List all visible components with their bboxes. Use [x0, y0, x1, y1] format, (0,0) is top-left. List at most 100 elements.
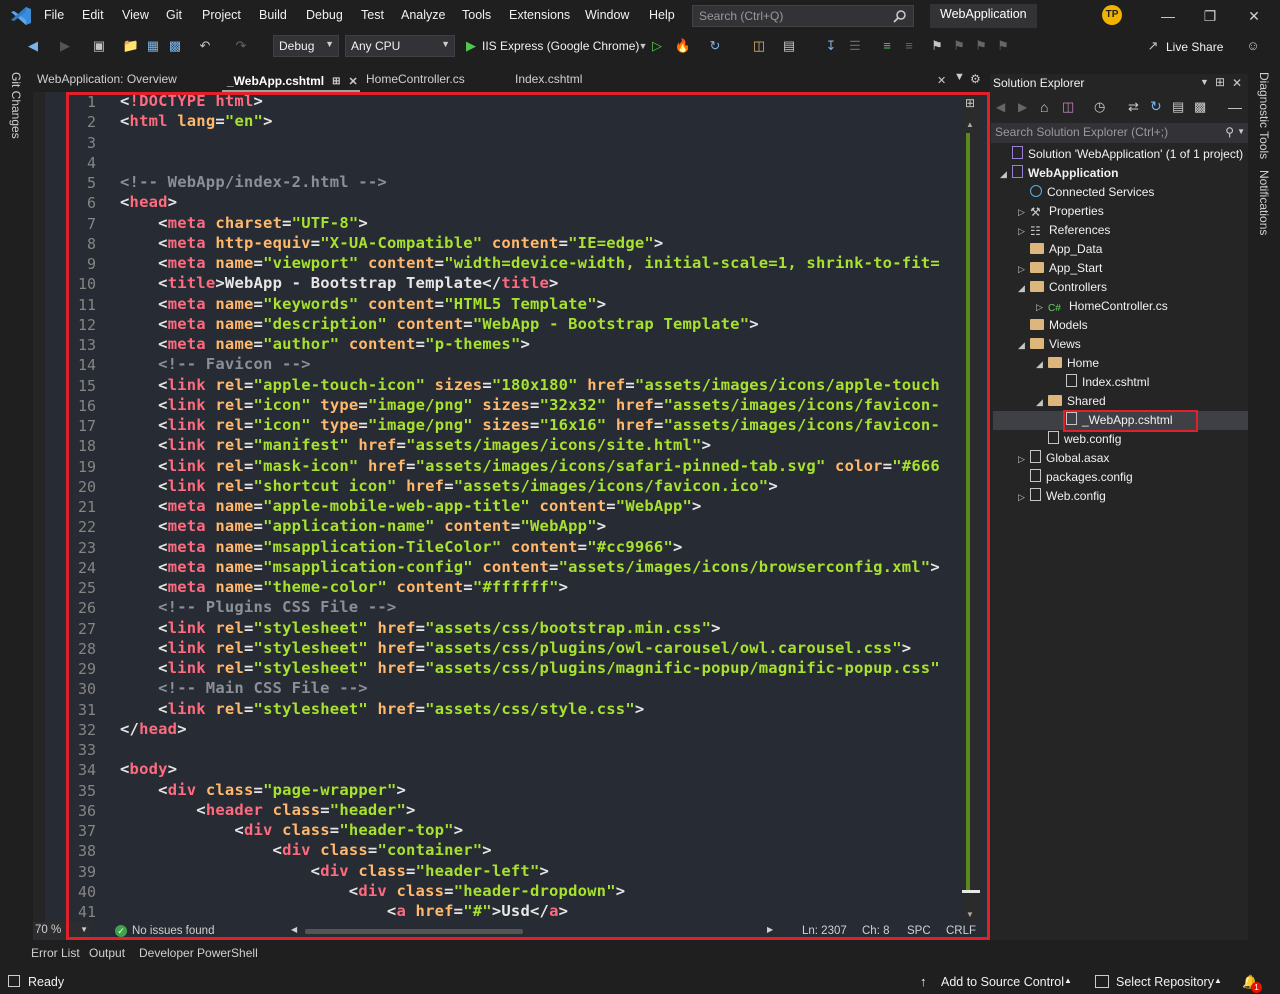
code-line[interactable]: <header class="header"> [120, 801, 416, 821]
close-tab-icon[interactable]: ✕ [349, 75, 358, 88]
browse-icon[interactable]: ◫ [750, 37, 768, 55]
code-line[interactable]: <div class="header-dropdown"> [120, 882, 625, 902]
horizontal-scrollbar-thumb[interactable] [305, 929, 523, 934]
tab-overview[interactable]: WebApplication: Overview [37, 72, 177, 92]
menu-item-window[interactable]: Window [585, 8, 629, 22]
code-line[interactable]: <link rel="mask-icon" href="assets/image… [120, 457, 940, 477]
zoom-dropdown[interactable]: 70 % ▼ [33, 922, 91, 940]
code-line[interactable]: <head> [120, 193, 177, 213]
code-line[interactable]: <div class="container"> [120, 841, 492, 861]
maximize-icon[interactable]: ❐ [1200, 6, 1220, 26]
menu-item-analyze[interactable]: Analyze [401, 8, 445, 22]
run-target-button[interactable]: IIS Express (Google Chrome) [482, 39, 639, 53]
collapsed-chevron-icon[interactable]: ▷ [1018, 222, 1030, 241]
minimize-icon[interactable]: — [1158, 6, 1178, 26]
redo-icon[interactable]: ↷ [232, 37, 250, 55]
code-line[interactable]: <title>WebApp - Bootstrap Template</titl… [120, 274, 559, 294]
close-icon[interactable]: ✕ [1244, 6, 1264, 26]
add-to-source-control-button[interactable]: Add to Source Control [941, 975, 1064, 989]
code-line[interactable]: <meta charset="UTF-8"> [120, 214, 368, 234]
collapsed-chevron-icon[interactable]: ▷ [1018, 260, 1030, 279]
menu-item-project[interactable]: Project [202, 8, 241, 22]
platform-dropdown[interactable]: Any CPU ▼ [345, 35, 455, 57]
menu-item-help[interactable]: Help [649, 8, 675, 22]
tree-item[interactable]: App_Data [1018, 240, 1102, 259]
code-line[interactable]: <meta name="application-name" content="W… [120, 517, 606, 537]
menu-item-file[interactable]: File [44, 8, 64, 22]
open-folder-icon[interactable]: 📁 [122, 37, 140, 55]
bookmark-icon[interactable]: ⚑ [928, 37, 946, 55]
code-line[interactable]: <meta name="msapplication-TileColor" con… [120, 538, 683, 558]
settings-icon[interactable]: ⚙ [970, 72, 981, 86]
code-line[interactable]: <meta name="msapplication-config" conten… [120, 558, 940, 578]
sync-icon[interactable]: ⇄ [1128, 99, 1139, 115]
whitespace-indicator[interactable]: SPC [907, 925, 931, 937]
comment-icon[interactable]: ☰ [846, 37, 864, 55]
collapsed-chevron-icon[interactable]: ▷ [1018, 450, 1030, 469]
hscroll-right-icon[interactable]: ▶ [767, 925, 773, 934]
refresh-icon[interactable]: ↻ [1150, 98, 1162, 115]
collapsed-chevron-icon[interactable]: ▷ [1018, 488, 1030, 507]
code-line[interactable]: <a href="#">Usd</a> [120, 902, 568, 922]
code-line[interactable]: <meta http-equiv="X-UA-Compatible" conte… [120, 234, 663, 254]
code-line[interactable]: <meta name="description" content="WebApp… [120, 315, 759, 335]
close-all-icon[interactable]: ✕ [937, 74, 946, 87]
code-line[interactable]: <link rel="icon" type="image/png" sizes=… [120, 416, 940, 436]
code-line[interactable]: <link rel="shortcut icon" href="assets/i… [120, 477, 778, 497]
code-line[interactable]: <link rel="manifest" href="assets/images… [120, 436, 711, 456]
tree-item[interactable]: ▷ ⚒ Properties [1018, 202, 1104, 221]
clear-bookmarks-icon[interactable]: ⚑ [994, 37, 1012, 55]
code-line[interactable]: <link rel="stylesheet" href="assets/css/… [120, 619, 721, 639]
properties-icon[interactable]: — [1228, 99, 1242, 115]
expanded-chevron-icon[interactable]: ◢ [1000, 165, 1012, 184]
save-all-icon[interactable]: ▩ [166, 37, 184, 55]
menu-item-edit[interactable]: Edit [82, 8, 104, 22]
tab-output[interactable]: Output [89, 946, 125, 960]
code-line[interactable]: <meta name="author" content="p-themes"> [120, 335, 530, 355]
tree-item[interactable]: ◢ Shared [1036, 392, 1106, 411]
code-line[interactable]: <!-- Plugins CSS File --> [120, 598, 396, 618]
code-line[interactable]: <meta name="theme-color" content="#fffff… [120, 578, 568, 598]
code-line[interactable]: <meta name="viewport" content="width=dev… [120, 254, 940, 274]
se-forward-icon[interactable]: ▶ [1018, 100, 1027, 114]
code-line[interactable]: <div class="header-left"> [120, 862, 549, 882]
code-line[interactable]: <link rel="stylesheet" href="assets/css/… [120, 659, 940, 679]
se-back-icon[interactable]: ◀ [996, 100, 1005, 114]
live-share-icon[interactable]: ↗ [1144, 37, 1162, 55]
solution-name-badge[interactable]: WebApplication [930, 4, 1037, 28]
menu-item-test[interactable]: Test [361, 8, 384, 22]
next-bookmark-icon[interactable]: ⚑ [972, 37, 990, 55]
code-line[interactable]: <meta name="keywords" content="HTML5 Tem… [120, 295, 606, 315]
code-line[interactable]: <link rel="stylesheet" href="assets/css/… [120, 700, 644, 720]
tab-homecontroller[interactable]: HomeController.cs [366, 72, 465, 92]
code-line[interactable]: <link rel="apple-touch-icon" sizes="180x… [120, 376, 940, 396]
split-icon[interactable]: ⊞ [965, 96, 975, 110]
menu-item-tools[interactable]: Tools [462, 8, 491, 22]
collapsed-chevron-icon[interactable]: ▷ [1018, 203, 1030, 222]
tab-developer-powershell[interactable]: Developer PowerShell [139, 946, 258, 960]
indent-icon[interactable]: ≡ [878, 37, 896, 55]
line-indicator[interactable]: Ln: 2307 [802, 925, 847, 937]
tab-index-cshtml[interactable]: Index.cshtml [515, 72, 582, 92]
code-line[interactable]: <!-- Main CSS File --> [120, 679, 368, 699]
menu-item-build[interactable]: Build [259, 8, 287, 22]
avatar[interactable]: TP [1102, 5, 1122, 25]
code-line[interactable]: <body> [120, 760, 177, 780]
close-icon[interactable]: ✕ [1232, 76, 1242, 90]
menu-item-git[interactable]: Git [166, 8, 182, 22]
tree-item[interactable]: Connected Services [1018, 183, 1154, 202]
tree-item[interactable]: ▷ App_Start [1018, 259, 1102, 278]
forward-icon[interactable]: ▶ [56, 37, 74, 55]
solution-explorer-search-input[interactable]: Search Solution Explorer (Ctrl+;) ⚲ ▼ [991, 123, 1248, 143]
tree-item[interactable]: Index.cshtml [1054, 373, 1149, 392]
show-all-files-icon[interactable]: ▩ [1194, 99, 1206, 115]
feedback-icon[interactable]: ☺ [1244, 37, 1262, 55]
code-line[interactable]: <html lang="en"> [120, 112, 273, 132]
tree-item[interactable]: ▷ C# HomeController.cs [1036, 297, 1168, 316]
tree-item[interactable]: Solution 'WebApplication' (1 of 1 projec… [1000, 145, 1243, 164]
code-line[interactable]: <meta name="apple-mobile-web-app-title" … [120, 497, 702, 517]
tree-item[interactable]: ▷ Web.config [1018, 487, 1106, 506]
scroll-down-icon[interactable]: ▼ [966, 910, 974, 919]
prev-bookmark-icon[interactable]: ⚑ [950, 37, 968, 55]
back-icon[interactable]: ◀ [24, 37, 42, 55]
